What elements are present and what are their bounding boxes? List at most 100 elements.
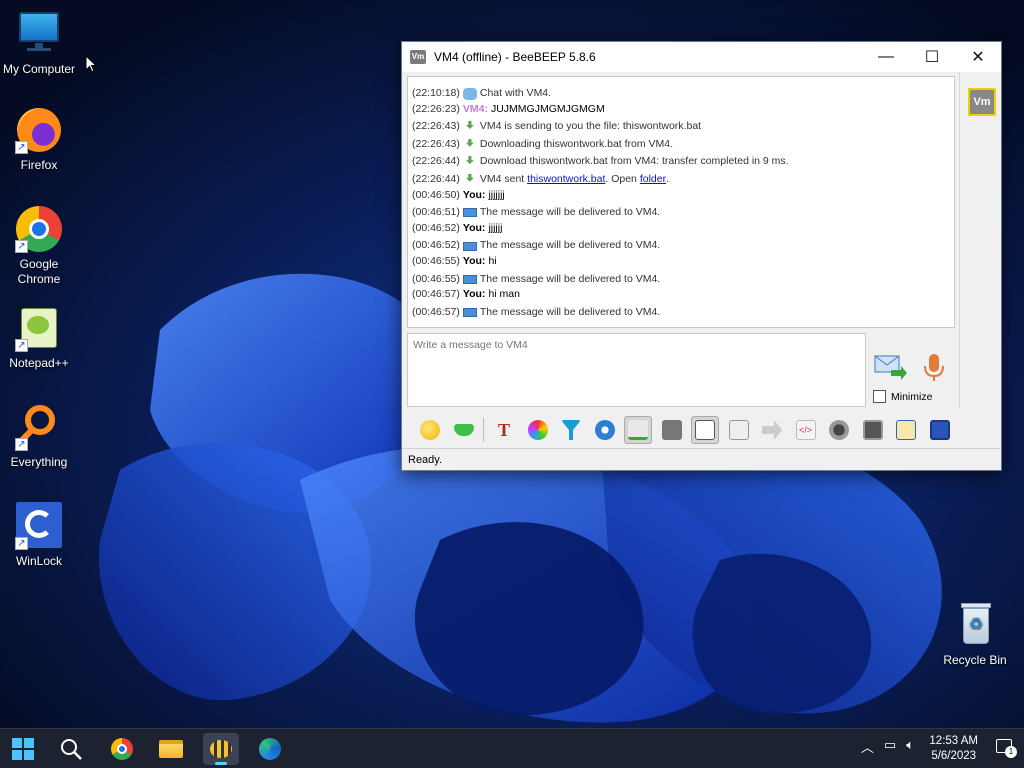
notification-center-icon[interactable]: 1	[996, 739, 1017, 758]
send-message-button[interactable]	[873, 352, 907, 382]
chat-line: (00:46:57) You: hi man	[412, 287, 954, 303]
user-avatar[interactable]: Vm	[968, 88, 996, 116]
chat-sender-name: You:	[462, 288, 486, 301]
desktop-icon-everything[interactable]: ↗ Everything	[0, 403, 79, 470]
clear-history-button[interactable]	[859, 416, 887, 444]
desktop-icon-notepadpp[interactable]: ↗ Notepad++	[0, 304, 79, 371]
chat-message-text: hi man	[488, 288, 520, 301]
spellcheck-icon	[628, 420, 648, 440]
chat-message-text: hi	[488, 254, 497, 267]
microphone-icon	[924, 354, 944, 381]
chat-timestamp: (00:46:55)	[412, 254, 460, 267]
chat-line: (22:26:23) VM4: JUJMMGJMGMJGMGM	[412, 102, 954, 118]
desktop-icon-label: Firefox	[20, 158, 58, 172]
beebeep-chat-window[interactable]: Vm VM4 (offline) - BeeBEEP 5.8.6 — ☐ ✕ (…	[401, 41, 1002, 471]
chevron-up-icon[interactable]: ︿	[861, 737, 874, 756]
taskbar-beebeep[interactable]	[203, 733, 239, 765]
message-input[interactable]: Write a message to VM4	[407, 333, 866, 407]
send-file-button[interactable]	[725, 416, 753, 444]
chat-line: (22:26:44) VM4 sent thiswontwork.bat . O…	[412, 172, 954, 188]
taskbar-file-explorer[interactable]	[153, 733, 189, 765]
color-button[interactable]	[524, 416, 552, 444]
desktop-icon-firefox[interactable]: ↗ Firefox	[0, 106, 79, 173]
checkbox-box[interactable]	[873, 390, 886, 403]
settings-button[interactable]	[591, 416, 619, 444]
desktop-icon-my-computer[interactable]: My Computer	[0, 10, 79, 77]
chat-timestamp: (00:46:50)	[412, 188, 460, 201]
shortcut-arrow-icon: ↗	[15, 141, 28, 154]
buzz-button[interactable]	[450, 416, 478, 444]
desktop-icon-label: Notepad++	[9, 356, 69, 370]
filter-button[interactable]	[557, 416, 585, 444]
chat-system-text: The message will be delivered to VM4.	[479, 206, 661, 219]
chat-sender-name: You:	[462, 188, 486, 201]
forward-arrow-icon	[762, 420, 782, 440]
note-icon	[695, 420, 715, 440]
chat-timestamp: (00:46:51)	[412, 206, 460, 219]
chat-system-text: .	[666, 172, 669, 185]
chat-line: (00:46:52) The message will be delivered…	[412, 238, 954, 254]
start-button[interactable]	[5, 733, 41, 765]
notification-count-badge: 1	[1005, 746, 1017, 758]
monitor-icon	[15, 10, 63, 58]
save-chat-button[interactable]	[926, 416, 954, 444]
clock-time: 12:53 AM	[929, 735, 978, 747]
desktop-icon-label: Google Chrome	[17, 257, 61, 286]
window-titlebar[interactable]: Vm VM4 (offline) - BeeBEEP 5.8.6 — ☐ ✕	[402, 42, 1001, 72]
bell-icon	[453, 424, 474, 436]
word-complete-button[interactable]	[691, 416, 719, 444]
spell-check-button[interactable]	[624, 416, 652, 444]
chat-timestamp: (22:26:44)	[412, 172, 460, 185]
chat-history[interactable]: (22:10:18) Chat with VM4. (22:26:23) VM4…	[407, 76, 955, 328]
close-window-button[interactable]: ✕	[955, 42, 1001, 72]
minimize-checkbox[interactable]: Minimize	[873, 390, 932, 403]
file-link[interactable]: thiswontwork.bat	[527, 172, 605, 188]
edit-button[interactable]	[892, 416, 920, 444]
download-icon	[463, 156, 477, 168]
desktop-icon-recycle-bin[interactable]: ♻ Recycle Bin	[935, 601, 1015, 668]
mail-icon	[462, 274, 477, 284]
chat-system-text: Chat with VM4.	[479, 87, 552, 99]
dictionary-button[interactable]	[658, 416, 686, 444]
chat-timestamp: (22:26:44)	[412, 155, 460, 168]
shortcut-arrow-icon: ↗	[15, 339, 28, 352]
taskbar-chrome[interactable]	[104, 733, 140, 765]
gear-icon	[594, 420, 615, 440]
chat-sender-name: VM4:	[462, 102, 488, 115]
search-button[interactable]	[53, 733, 89, 765]
shortcut-arrow-icon: ↗	[15, 537, 28, 550]
chat-line: (00:46:51) The message will be delivered…	[412, 205, 954, 221]
save-icon	[929, 420, 950, 440]
voice-message-button[interactable]	[920, 352, 948, 384]
code-icon: </>	[795, 420, 816, 440]
folder-icon	[159, 740, 183, 758]
taskbar-edge[interactable]	[252, 733, 288, 765]
minimize-label: Minimize	[891, 390, 933, 403]
desktop-icon-label: My Computer	[2, 62, 76, 76]
windows-logo-icon	[12, 738, 34, 760]
taskbar-clock[interactable]: 12:53 AM 5/6/2023	[929, 734, 978, 764]
chat-system-text: Downloading thiswontwork.bat from VM4.	[479, 137, 674, 150]
screenshot-button[interactable]	[825, 416, 853, 444]
chat-system-text: . Open	[605, 172, 640, 185]
font-button[interactable]: T	[490, 416, 518, 444]
network-icon[interactable]: ▭	[884, 737, 896, 756]
emoticons-button[interactable]	[416, 416, 444, 444]
desktop-icon-google-chrome[interactable]: ↗ Google Chrome	[0, 205, 79, 287]
beebeep-app-icon: Vm	[410, 50, 426, 64]
maximize-window-button[interactable]: ☐	[909, 42, 955, 72]
chat-message-text: JUJMMGJMGMJGMGM	[490, 102, 605, 115]
chat-message-text: jjjjjjj	[488, 188, 505, 201]
notepadpp-icon: ↗	[15, 304, 63, 352]
chat-bubble-icon	[462, 87, 477, 100]
folder-link[interactable]: folder	[640, 172, 666, 188]
volume-icon[interactable]: 🔈︎	[906, 737, 914, 756]
download-icon	[463, 121, 477, 133]
desktop-icon-winlock[interactable]: ↗ WinLock	[0, 502, 79, 569]
send-folder-button[interactable]	[758, 416, 786, 444]
minimize-window-button[interactable]: —	[863, 42, 909, 72]
edge-icon	[259, 738, 281, 760]
html-button[interactable]: </>	[792, 416, 820, 444]
desktop-icon-label: Everything	[10, 455, 68, 469]
message-input-placeholder: Write a message to VM4	[413, 339, 528, 351]
